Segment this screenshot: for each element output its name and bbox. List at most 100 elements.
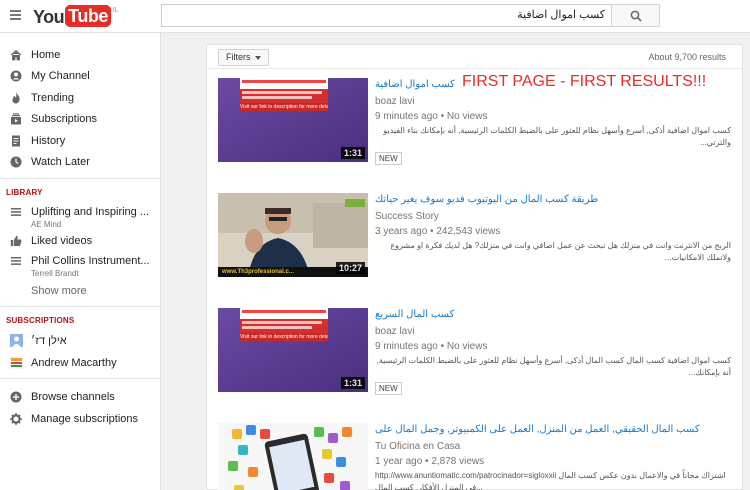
menu-icon[interactable]	[10, 10, 21, 20]
video-stats: 9 minutes ago • No views	[375, 341, 488, 352]
flame-icon	[12, 92, 20, 104]
video-title-link[interactable]: كسب المال السريع	[375, 308, 731, 321]
sidebar-item-label: Subscriptions	[31, 112, 98, 125]
upload-age: 1 year ago	[375, 456, 423, 467]
video-thumbnail[interactable]: Visit our link in description for more d…	[218, 78, 368, 162]
search-button[interactable]	[611, 4, 660, 27]
sidebar-item-label: Watch Later	[31, 155, 90, 168]
sidebar-item-subscription-andrew[interactable]: Andrew Macarthy	[0, 352, 160, 373]
sidebar-item-home[interactable]: Home	[0, 44, 160, 65]
video-duration: 1:31	[340, 377, 365, 389]
show-more-link[interactable]: Show more	[31, 285, 87, 297]
video-meta: طريقة كسب المال من اليوتيوب فديو سوف يغي…	[375, 193, 731, 264]
sidebar-item-label: Home	[31, 48, 61, 61]
video-result[interactable]: Visit our link in description for more d…	[218, 308, 733, 398]
gear-icon	[10, 413, 22, 425]
new-badge: NEW	[375, 152, 402, 165]
sidebar-item-label: Phil Collins Instrument...	[31, 254, 150, 267]
subscriptions-section-title: SUBSCRIPTIONS	[6, 316, 75, 325]
search-icon	[630, 10, 642, 22]
sidebar-item-playlist-uplifting[interactable]: Uplifting and Inspiring ...	[0, 201, 160, 222]
first-results-annotation: FIRST PAGE - FIRST RESULTS!!!	[462, 73, 707, 90]
sidebar-item-watch-later[interactable]: Watch Later	[0, 151, 160, 172]
video-duration: 1:31	[340, 147, 365, 159]
channel-name-link[interactable]: boaz lavi	[375, 96, 731, 108]
sidebar-item-my-channel[interactable]: My Channel	[0, 65, 160, 86]
video-meta: كسب المال السريع boaz lavi 9 minutes ago…	[375, 308, 731, 395]
thumbs-up-icon	[10, 235, 22, 246]
video-stats: 9 minutes ago • No views	[375, 111, 488, 122]
thumbnail-image	[218, 423, 368, 490]
channel-avatar-icon	[10, 356, 23, 369]
logo-you-text: You	[33, 7, 65, 27]
sidebar-item-subscription-ilan[interactable]: אילן דז׳	[0, 330, 160, 351]
playlist-icon	[11, 257, 21, 265]
video-description: كسب اموال اضافية أذكى, أسرع وأسهل نظام ل…	[383, 126, 731, 147]
sidebar-item-label: Uplifting and Inspiring ...	[31, 205, 150, 218]
thumbnail-caption: Visit our link in description for more d…	[240, 334, 328, 340]
sidebar-item-label: Trending	[31, 91, 75, 104]
video-title-link[interactable]: كسب المال الحقيقي, العمل من المنزل, العم…	[375, 423, 731, 436]
youtube-logo[interactable]: You Tube IL	[33, 5, 119, 29]
new-badge: NEW	[375, 382, 402, 395]
thumbnail-caption: Visit our link in description for more d…	[240, 104, 328, 110]
person-icon	[10, 70, 22, 82]
view-count: No views	[446, 341, 488, 352]
history-icon	[12, 135, 20, 147]
clock-icon	[10, 156, 22, 168]
video-stats: 1 year ago • 2,878 views	[375, 456, 485, 467]
plus-circle-icon	[10, 391, 22, 403]
sidebar-divider	[0, 178, 160, 179]
sidebar-item-manage-subscriptions[interactable]: Manage subscriptions	[0, 408, 160, 429]
sidebar-item-label: History	[31, 134, 66, 147]
sidebar-item-label: Manage subscriptions	[31, 412, 139, 425]
sidebar-item-liked-videos[interactable]: Liked videos	[0, 230, 160, 251]
filters-button[interactable]: Filters	[218, 49, 269, 66]
filters-button-label: Filters	[226, 52, 251, 62]
playlist-icon	[11, 208, 21, 216]
video-description: http://www.anuntiomatic.com/patrocinador…	[375, 471, 726, 490]
video-result[interactable]: www.Th3professional.c... 10:27 طريقة كسب…	[218, 193, 733, 283]
chevron-down-icon	[254, 55, 261, 60]
video-thumbnail[interactable]	[218, 423, 368, 490]
logo-tube-text: Tube	[65, 5, 111, 27]
upload-age: 3 years ago	[375, 226, 428, 237]
channel-name-link[interactable]: boaz lavi	[375, 326, 731, 338]
sidebar-item-label: אילן דז׳	[31, 334, 67, 347]
video-meta: كسب المال الحقيقي, العمل من المنزل, العم…	[375, 423, 731, 490]
subscriptions-icon	[11, 113, 21, 125]
video-stats: 3 years ago • 242,543 views	[375, 226, 501, 237]
home-icon	[10, 49, 22, 61]
view-count: No views	[446, 111, 488, 122]
results-count: About 9,700 results	[648, 52, 726, 62]
video-thumbnail[interactable]: www.Th3professional.c... 10:27	[218, 193, 368, 277]
upload-age: 9 minutes ago	[375, 111, 438, 122]
video-title-link[interactable]: طريقة كسب المال من اليوتيوب فديو سوف يغي…	[375, 193, 731, 206]
user-avatar-icon	[10, 334, 23, 347]
sidebar-item-subscriptions[interactable]: Subscriptions	[0, 108, 160, 129]
logo-country-code: IL	[112, 7, 119, 14]
guide-sidebar: Home My Channel Trending Subscriptions H…	[0, 33, 161, 490]
thumbnail-caption: www.Th3professional.c...	[222, 269, 294, 275]
sidebar-item-playlist-phil-collins[interactable]: Phil Collins Instrument...	[0, 250, 160, 271]
sidebar-item-history[interactable]: History	[0, 130, 160, 151]
masthead: You Tube IL كسب اموال اضافية	[0, 0, 750, 33]
sidebar-divider	[0, 378, 160, 379]
video-thumbnail[interactable]: Visit our link in description for more d…	[218, 308, 368, 392]
search-results-panel: Filters About 9,700 results Visit our li…	[206, 44, 743, 490]
upload-age: 9 minutes ago	[375, 341, 438, 352]
sidebar-item-trending[interactable]: Trending	[0, 87, 160, 108]
channel-name-link[interactable]: Success Story	[375, 211, 731, 223]
playlist-owner: Terrell Brandt	[31, 269, 79, 278]
view-count: 2,878 views	[431, 456, 485, 467]
view-count: 242,543 views	[436, 226, 501, 237]
library-section-title: LIBRARY	[6, 188, 43, 197]
video-result[interactable]: كسب المال الحقيقي, العمل من المنزل, العم…	[218, 423, 733, 490]
search-input[interactable]: كسب اموال اضافية	[161, 4, 612, 27]
filter-bar: Filters About 9,700 results	[207, 45, 742, 69]
sidebar-item-label: Andrew Macarthy	[31, 356, 117, 369]
video-duration: 10:27	[335, 262, 365, 274]
channel-name-link[interactable]: Tu Oficina en Casa	[375, 441, 731, 453]
video-result[interactable]: Visit our link in description for more d…	[218, 78, 733, 168]
sidebar-item-browse-channels[interactable]: Browse channels	[0, 386, 160, 407]
